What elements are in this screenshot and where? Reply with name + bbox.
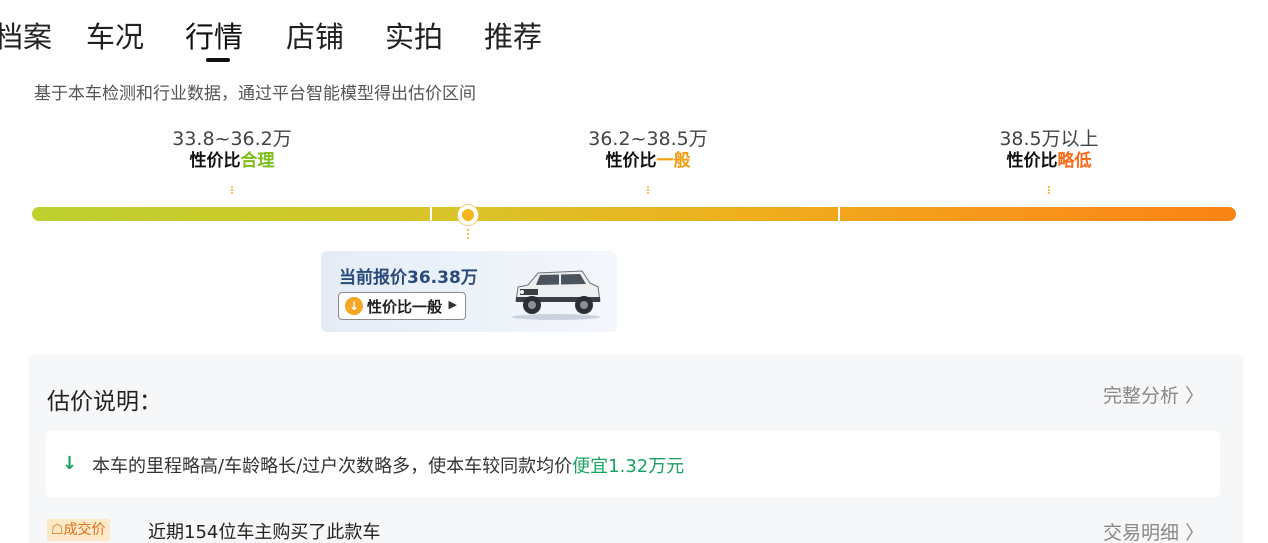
deal-summary: 近期154位车主购买了此款车 — [148, 522, 381, 543]
transaction-detail-label: 交易明细 — [1103, 522, 1180, 543]
current-price-card: 当前报价36.38万 ↓ 性价比一般 ▶ — [321, 251, 617, 332]
knob-marker-dots — [467, 229, 469, 239]
active-tab-indicator — [206, 58, 230, 62]
tab-condition[interactable]: 车况 — [86, 14, 144, 56]
reason-highlight: 便宜1.32万元 — [572, 456, 685, 477]
verdict-text: 性价比一般 — [367, 298, 443, 316]
current-price-knob — [458, 205, 478, 225]
range-verdict: 性价比一般 — [528, 150, 768, 172]
range-price: 33.8~36.2万 — [172, 128, 292, 150]
tab-archive[interactable]: 档案 — [0, 14, 52, 56]
down-circle-icon: ↓ — [345, 297, 363, 315]
down-arrow-icon: ↓ — [62, 453, 78, 474]
verdict-button[interactable]: ↓ 性价比一般 ▶ — [338, 292, 466, 320]
verdict-tag: 合理 — [240, 151, 275, 171]
price-range-bar — [32, 207, 1236, 221]
range-verdict: 性价比略低 — [929, 150, 1169, 172]
deal-badge-icon: ☖ — [51, 522, 64, 538]
range-marker-dots — [231, 186, 233, 194]
range-low: 38.5万以上 性价比略低 — [929, 128, 1169, 172]
range-verdict: 性价比合理 — [112, 150, 352, 172]
verdict-tag: 略低 — [1057, 151, 1092, 171]
tab-store[interactable]: 店铺 — [286, 14, 344, 56]
tab-recommend[interactable]: 推荐 — [484, 14, 542, 56]
explanation-title: 估价说明： — [47, 389, 162, 415]
tab-market[interactable]: 行情 — [185, 14, 243, 56]
reason-text-body: 本车的里程略高/车龄略长/过户次数略多，使本车较同款均价 — [92, 456, 573, 477]
range-average: 36.2~38.5万 性价比一般 — [528, 128, 768, 172]
bar-divider — [838, 207, 840, 221]
verdict-prefix: 性价比 — [189, 151, 241, 171]
range-marker-dots — [1048, 186, 1050, 194]
range-marker-dots — [647, 186, 649, 194]
bar-divider — [430, 207, 432, 221]
current-price-label: 当前报价36.38万 — [339, 268, 478, 288]
range-reasonable: 33.8~36.2万 性价比合理 — [112, 128, 352, 172]
deal-badge-label: 成交价 — [63, 522, 106, 538]
full-analysis-label: 完整分析 — [1103, 385, 1180, 407]
verdict-prefix: 性价比 — [605, 151, 657, 171]
play-arrow-icon: ▶ — [448, 298, 457, 311]
range-price: 38.5万以上 — [999, 128, 1099, 150]
range-price: 36.2~38.5万 — [588, 128, 708, 150]
full-analysis-link[interactable]: 完整分析 〉 — [1103, 381, 1204, 408]
deal-price-badge: ☖成交价 — [47, 519, 110, 541]
chevron-right-icon: 〉 — [1185, 385, 1205, 407]
verdict-prefix: 性价比 — [1006, 151, 1058, 171]
suv-car-image — [512, 270, 601, 320]
valuation-subtitle: 基于本车检测和行业数据，通过平台智能模型得出估价区间 — [34, 84, 476, 104]
verdict-tag: 一般 — [656, 151, 691, 171]
reason-text: 本车的里程略高/车龄略长/过户次数略多，使本车较同款均价便宜1.32万元 — [92, 452, 684, 478]
chevron-right-icon: 〉 — [1185, 522, 1205, 543]
tab-photos[interactable]: 实拍 — [385, 14, 443, 56]
transaction-detail-link[interactable]: 交易明细 〉 — [1103, 518, 1204, 543]
